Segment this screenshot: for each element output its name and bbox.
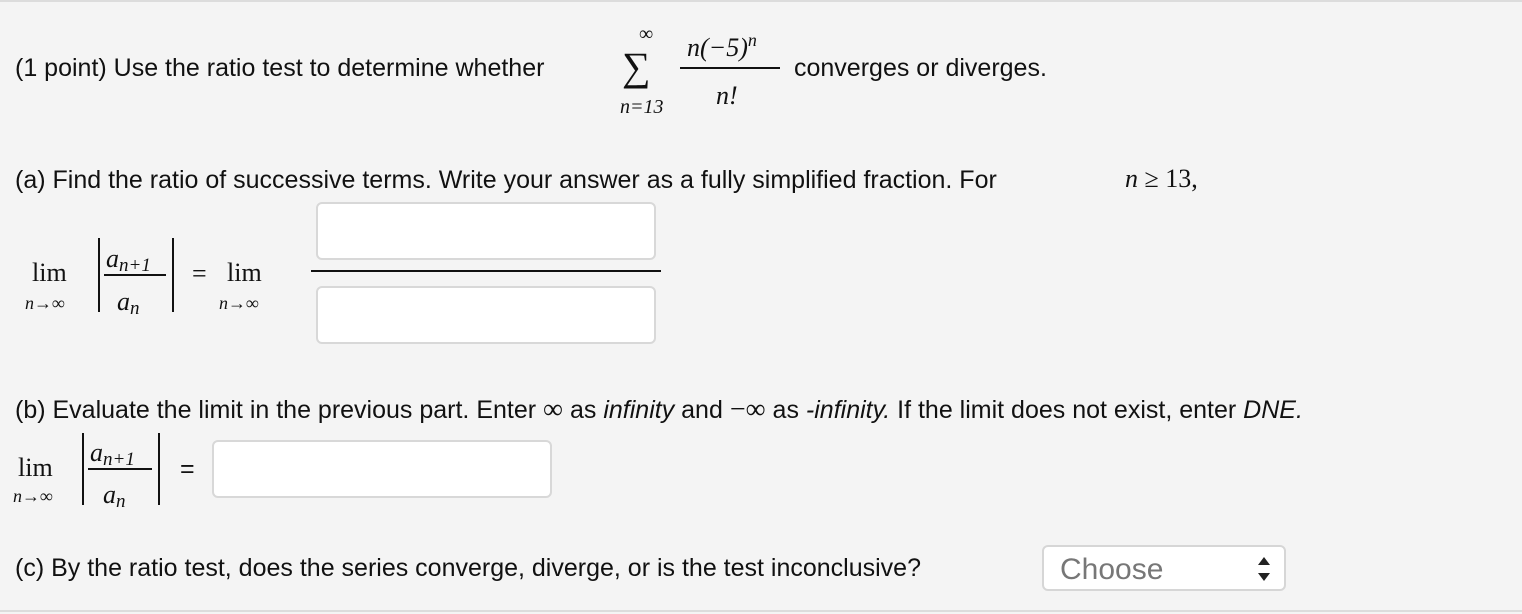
part-a-lim-left: lim	[32, 258, 67, 287]
problem-suffix: converges or diverges.	[794, 54, 1047, 82]
limit-answer-input[interactable]	[212, 440, 552, 498]
series-fraction-bar	[680, 67, 780, 69]
part-b-abs-right	[158, 433, 160, 505]
part-a-ratio-denominator: an	[117, 287, 140, 319]
condition-operator: ≥	[1144, 164, 1159, 193]
numerator-answer-input[interactable]	[316, 202, 656, 260]
denominator-answer-input[interactable]	[316, 286, 656, 344]
select-value: Choose	[1060, 553, 1164, 586]
part-b-lim: lim	[18, 453, 53, 482]
part-a-ratio-numerator: an+1	[106, 244, 151, 276]
select-arrows-icon	[1258, 557, 1270, 581]
series-numerator: n(−5)n	[687, 31, 757, 61]
neg-infinity-word: -infinity.	[805, 396, 891, 424]
sum-lower-limit: n=13	[620, 96, 664, 118]
dne-word: DNE.	[1243, 396, 1303, 424]
part-a-equals: =	[192, 259, 207, 288]
condition-variable: n	[1125, 164, 1138, 193]
ratio-den-base: a	[117, 287, 130, 316]
part-a-abs-right	[172, 238, 174, 312]
problem-prefix: (1 point) Use the ratio test to determin…	[15, 54, 545, 82]
part-b-text-2: as	[569, 396, 597, 424]
neg-infinity-symbol: −∞	[729, 394, 766, 425]
sum-upper-limit: ∞	[639, 23, 654, 45]
part-a-abs-left	[98, 238, 100, 312]
ratio-den-sub-b: n	[116, 491, 126, 512]
ratio-num-base-b: a	[90, 438, 103, 467]
part-b-ratio-numerator: an+1	[90, 438, 135, 470]
part-a-ratio-bar	[104, 274, 166, 276]
part-a-lim-left-sub: n→∞	[25, 293, 65, 313]
part-a-lim-right-sub: n→∞	[219, 293, 259, 313]
up-arrow-icon	[1258, 557, 1270, 565]
bottom-divider	[0, 610, 1522, 612]
part-b-text-4: as	[772, 396, 799, 424]
ratio-num-sub-b: n+1	[103, 449, 135, 470]
series-denominator: n!	[716, 81, 738, 110]
ratio-den-base-b: a	[103, 480, 116, 509]
series-numerator-exponent: n	[747, 30, 757, 50]
ratio-den-sub: n	[130, 298, 140, 319]
infinity-symbol: ∞	[543, 394, 564, 425]
ratio-num-sub: n+1	[119, 255, 151, 276]
answer-fraction-bar	[311, 270, 661, 272]
part-b-text-3: and	[681, 396, 723, 424]
part-a-lim-right: lim	[227, 258, 262, 287]
down-arrow-icon	[1258, 573, 1270, 581]
part-c-question: (c) By the ratio test, does the series c…	[15, 554, 921, 582]
ratio-num-base: a	[106, 244, 119, 273]
part-b-abs-left	[82, 433, 84, 505]
summation-symbol: ∑	[622, 44, 651, 89]
condition-value: 13	[1165, 164, 1192, 193]
part-a-condition: n ≥ 13,	[1125, 166, 1198, 192]
ratio-test-conclusion-select[interactable]: Choose	[1042, 545, 1286, 591]
top-divider	[0, 0, 1522, 2]
series-numerator-base: n(−5)	[687, 33, 748, 62]
part-b-text-5: If the limit does not exist, enter	[897, 396, 1237, 424]
condition-comma: ,	[1191, 164, 1198, 193]
part-b-ratio-denominator: an	[103, 480, 126, 512]
part-b-equals: =	[180, 455, 195, 483]
part-b-lim-sub: n→∞	[13, 486, 53, 506]
part-b-text-1: (b) Evaluate the limit in the previous p…	[15, 396, 537, 424]
part-b-ratio-bar	[88, 468, 152, 470]
part-b-instructions: (b) Evaluate the limit in the previous p…	[15, 396, 1303, 424]
infinity-word: infinity	[603, 396, 675, 424]
part-a-instructions: (a) Find the ratio of successive terms. …	[15, 166, 997, 194]
